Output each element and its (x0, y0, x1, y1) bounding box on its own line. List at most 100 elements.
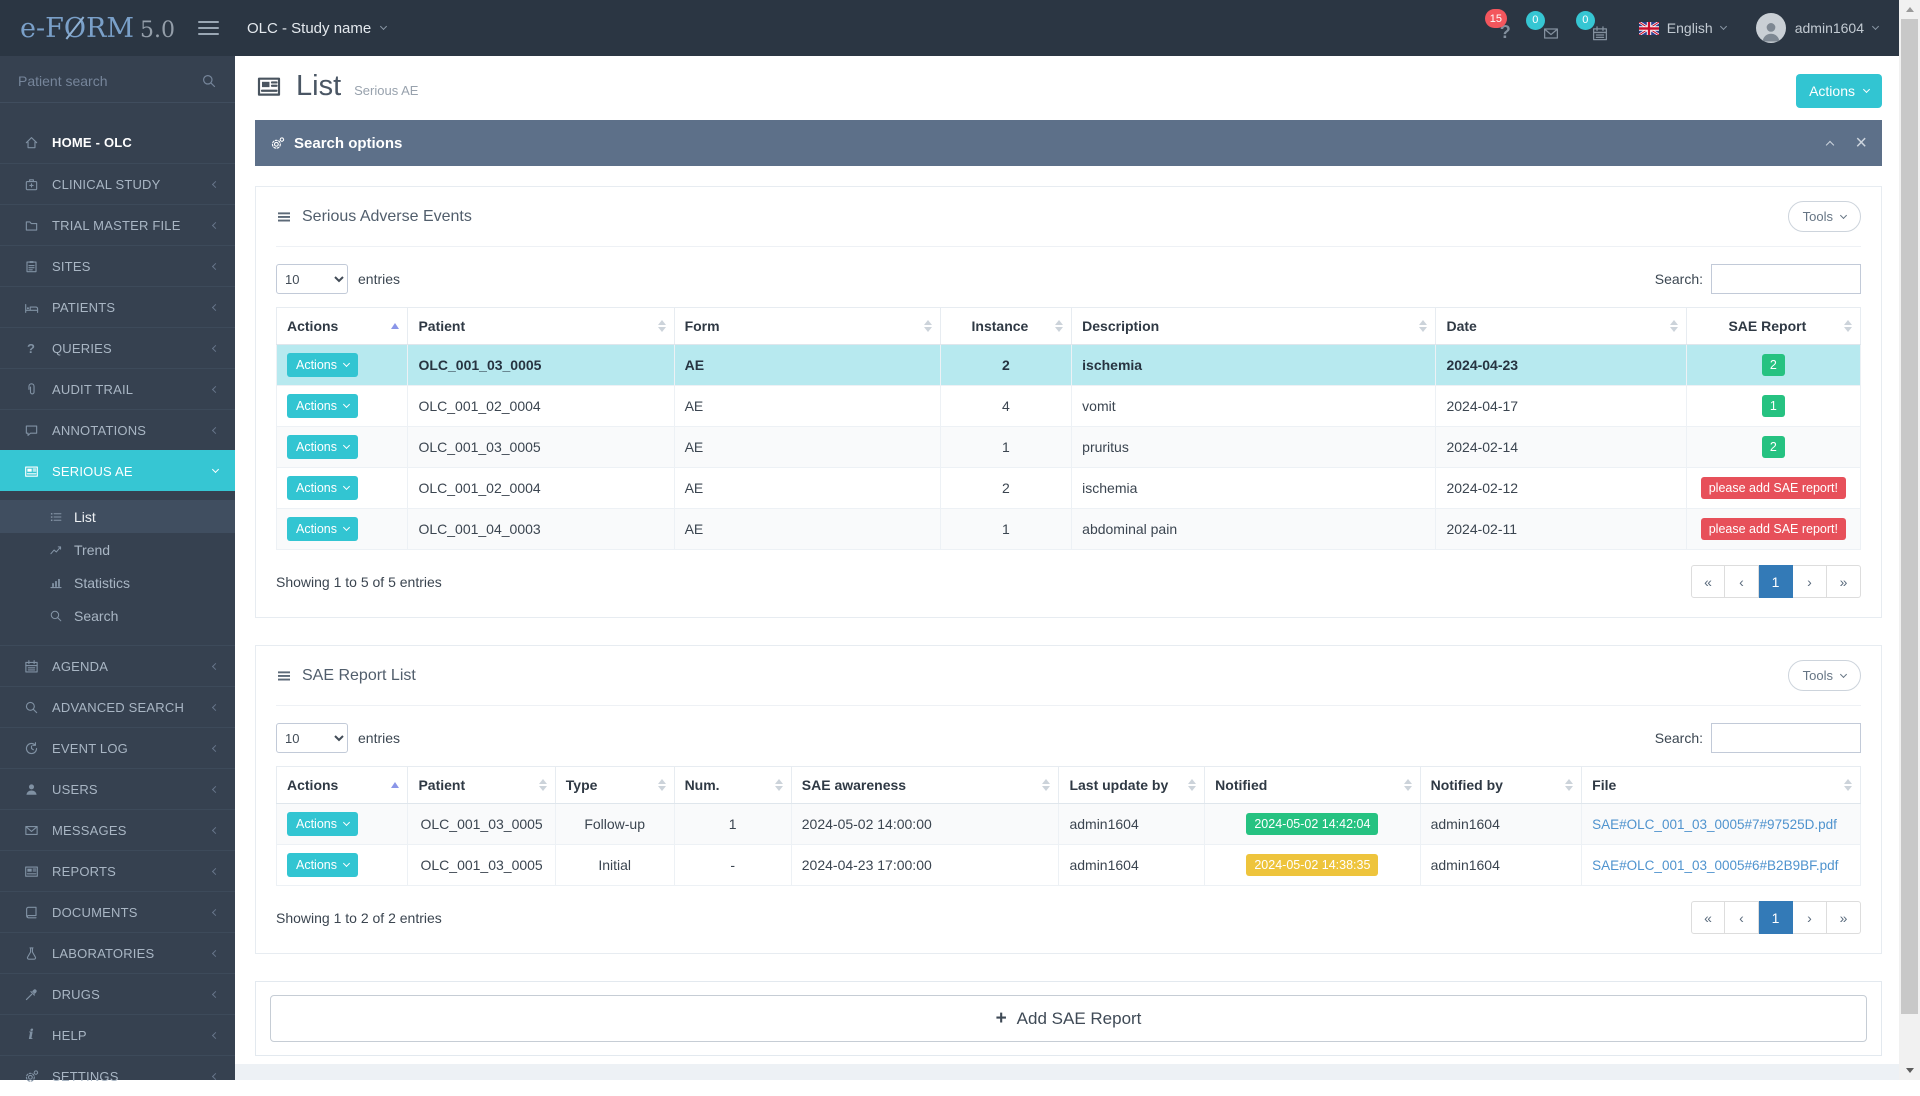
column-header-date[interactable]: Date (1436, 308, 1686, 345)
sae-report-tools-button[interactable]: Tools (1788, 660, 1861, 691)
row-actions-button[interactable]: Actions (287, 853, 358, 877)
sidebar-item-home[interactable]: HOME - OLC (0, 122, 235, 163)
vertical-scrollbar[interactable] (1899, 0, 1920, 1080)
sae-tools-button[interactable]: Tools (1788, 201, 1861, 232)
submenu-item-search[interactable]: Search (0, 599, 235, 632)
page-next-button[interactable]: › (1793, 901, 1827, 934)
row-actions-button[interactable]: Actions (287, 394, 358, 418)
page-number-button[interactable]: 1 (1759, 901, 1793, 934)
page-prev-button[interactable]: ‹ (1725, 565, 1759, 598)
sae-report-count-badge[interactable]: 1 (1762, 395, 1785, 417)
page-prev-button[interactable]: ‹ (1725, 901, 1759, 934)
sae-table-search-input[interactable] (1711, 264, 1861, 294)
sidebar-item-trial-master-file[interactable]: TRIAL MASTER FILE (0, 204, 235, 245)
row-actions-button[interactable]: Actions (287, 435, 358, 459)
scroll-up-icon[interactable] (1906, 7, 1914, 12)
sae-report-count-badge[interactable]: 2 (1762, 436, 1785, 458)
sidebar-item-help[interactable]: i HELP (0, 1014, 235, 1055)
column-header-instance[interactable]: Instance (940, 308, 1071, 345)
help-notifications-button[interactable]: ? 15 (1500, 23, 1511, 43)
sidebar-item-drugs[interactable]: DRUGS (0, 973, 235, 1014)
sidebar-item-settings[interactable]: SETTINGS (0, 1055, 235, 1096)
column-header-patient[interactable]: Patient (408, 308, 674, 345)
submenu-item-statistics[interactable]: Statistics (0, 566, 235, 599)
sidebar-item-patients[interactable]: PATIENTS (0, 286, 235, 327)
sidebar-item-agenda[interactable]: AGENDA (0, 645, 235, 686)
sidebar-item-event-log[interactable]: EVENT LOG (0, 727, 235, 768)
table-row[interactable]: Actions OLC_001_03_0005 AE 1 pruritus 20… (277, 427, 1861, 468)
row-actions-button[interactable]: Actions (287, 812, 358, 836)
page-first-button[interactable]: « (1691, 901, 1725, 934)
sidebar-item-clinical-study[interactable]: CLINICAL STUDY (0, 163, 235, 204)
sidebar-item-serious-ae[interactable]: SERIOUS AE (0, 450, 235, 491)
file-link[interactable]: SAE#OLC_001_03_0005#6#B2B9BF.pdf (1592, 858, 1838, 873)
cell-last-update-by: admin1604 (1059, 845, 1205, 886)
sae-entries-select[interactable]: 10 (276, 264, 348, 294)
column-header-actions[interactable]: Actions (277, 767, 408, 804)
sae-report-table-search-input[interactable] (1711, 723, 1861, 753)
table-row[interactable]: Actions OLC_001_02_0004 AE 4 vomit 2024-… (277, 386, 1861, 427)
sidebar-item-messages[interactable]: MESSAGES (0, 809, 235, 850)
table-row[interactable]: Actions OLC_001_03_0005 AE 2 ischemia 20… (277, 345, 1861, 386)
sidebar-item-audit-trail[interactable]: AUDIT TRAIL (0, 368, 235, 409)
sae-report-missing-badge[interactable]: please add SAE report! (1701, 518, 1846, 540)
column-header-type[interactable]: Type (555, 767, 674, 804)
page-next-button[interactable]: › (1793, 565, 1827, 598)
column-header-sae-awareness[interactable]: SAE awareness (791, 767, 1059, 804)
column-header-sae-report[interactable]: SAE Report (1686, 308, 1860, 345)
column-header-last-update-by[interactable]: Last update by (1059, 767, 1205, 804)
study-selector[interactable]: OLC - Study name (247, 20, 386, 37)
submenu-item-list[interactable]: List (0, 500, 235, 533)
table-row[interactable]: Actions OLC_001_03_0005 Follow-up 1 2024… (277, 804, 1861, 845)
user-menu[interactable]: admin1604 (1756, 13, 1878, 43)
sae-report-count-badge[interactable]: 2 (1762, 354, 1785, 376)
close-icon[interactable]: × (1855, 133, 1867, 153)
page-last-button[interactable]: » (1827, 901, 1861, 934)
chevron-left-icon (212, 744, 219, 751)
column-header-file[interactable]: File (1582, 767, 1861, 804)
column-header-num[interactable]: Num. (674, 767, 791, 804)
column-header-form[interactable]: Form (674, 308, 940, 345)
sae-report-panel: SAE Report List Tools 10 entries Search: (255, 645, 1882, 954)
page-first-button[interactable]: « (1691, 565, 1725, 598)
table-row[interactable]: Actions OLC_001_02_0004 AE 2 ischemia 20… (277, 468, 1861, 509)
table-row[interactable]: Actions OLC_001_04_0003 AE 1 abdominal p… (277, 509, 1861, 550)
messages-button[interactable]: 0 (1541, 25, 1561, 42)
page-number-button[interactable]: 1 (1759, 565, 1793, 598)
submenu-item-trend[interactable]: Trend (0, 533, 235, 566)
file-link[interactable]: SAE#OLC_001_03_0005#7#97525D.pdf (1592, 817, 1837, 832)
sidebar-item-users[interactable]: USERS (0, 768, 235, 809)
column-header-actions[interactable]: Actions (277, 308, 408, 345)
scrollbar-thumb[interactable] (1901, 19, 1918, 1014)
sidebar-item-laboratories[interactable]: LABORATORIES (0, 932, 235, 973)
row-actions-button[interactable]: Actions (287, 517, 358, 541)
table-row[interactable]: Actions OLC_001_03_0005 Initial - 2024-0… (277, 845, 1861, 886)
page-last-button[interactable]: » (1827, 565, 1861, 598)
sae-report-entries-select[interactable]: 10 (276, 723, 348, 753)
sidebar-item-label: TRIAL MASTER FILE (52, 218, 213, 233)
add-sae-report-button[interactable]: + Add SAE Report (270, 995, 1867, 1042)
sidebar-item-sites[interactable]: SITES (0, 245, 235, 286)
sidebar-item-advanced-search[interactable]: ADVANCED SEARCH (0, 686, 235, 727)
sidebar-item-queries[interactable]: ? QUERIES (0, 327, 235, 368)
column-header-notified[interactable]: Notified (1205, 767, 1420, 804)
patient-search-input[interactable] (18, 73, 201, 89)
collapse-icon[interactable] (1826, 140, 1834, 148)
agenda-button[interactable]: 0 (1591, 25, 1609, 42)
scroll-down-icon[interactable] (1906, 1068, 1914, 1073)
row-actions-button[interactable]: Actions (287, 476, 358, 500)
row-actions-button[interactable]: Actions (287, 353, 358, 377)
language-selector[interactable]: English (1639, 20, 1726, 36)
sae-report-missing-badge[interactable]: please add SAE report! (1701, 477, 1846, 499)
column-header-description[interactable]: Description (1072, 308, 1436, 345)
sidebar-item-documents[interactable]: DOCUMENTS (0, 891, 235, 932)
column-header-patient[interactable]: Patient (408, 767, 555, 804)
study-selector-label: OLC - Study name (247, 20, 371, 37)
sort-icon (1188, 779, 1196, 791)
column-header-notified-by[interactable]: Notified by (1420, 767, 1582, 804)
sidebar-toggle-icon[interactable] (198, 21, 219, 35)
page-actions-label: Actions (1809, 83, 1855, 99)
page-actions-button[interactable]: Actions (1796, 74, 1882, 108)
sidebar-item-annotations[interactable]: ANNOTATIONS (0, 409, 235, 450)
sidebar-item-reports[interactable]: REPORTS (0, 850, 235, 891)
